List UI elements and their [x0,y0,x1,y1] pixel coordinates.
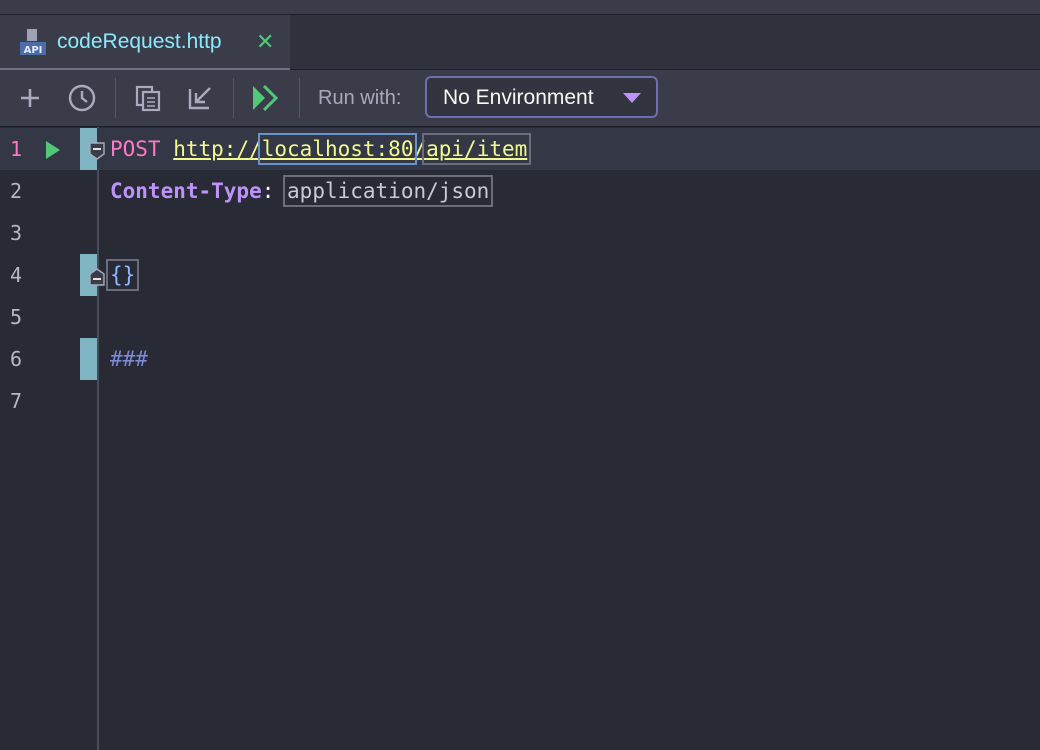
line-number: 6 [10,347,23,371]
http-file-icon: API [20,29,46,56]
environment-dropdown[interactable]: No Environment [425,76,658,118]
file-tab[interactable]: API codeRequest.http ✕ [0,15,290,71]
history-button[interactable] [66,82,98,114]
editor-tab-bar: API codeRequest.http ✕ [0,15,1040,71]
editor-line-3: 3 [0,212,1040,254]
header-line: Content-Type: application/json [110,175,494,207]
url-separator[interactable]: / [413,137,426,161]
line-number: 4 [10,263,23,287]
close-tab-icon[interactable]: ✕ [256,30,274,54]
header-colon: : [261,179,275,203]
run-request-icon[interactable] [46,141,60,159]
tab-title: codeRequest.http [57,30,222,53]
copy-request-button[interactable] [132,82,164,114]
line-number: 7 [10,389,23,413]
plus-icon [21,89,39,107]
editor-line-2: 2 Content-Type: application/json [0,170,1040,212]
chevron-down-icon [623,93,641,103]
fold-icon[interactable] [89,142,105,160]
url-host[interactable]: localhost:80 [257,133,418,165]
editor-line-5: 5 [0,296,1040,338]
run-with-label: Run with: [318,87,402,109]
clock-icon [68,84,96,112]
toolbar-separator [299,78,300,118]
editor-line-7: 7 [0,380,1040,422]
run-all-icon [253,84,279,112]
url-path[interactable]: api/item [422,133,532,165]
separator-line: ### [110,346,148,372]
copy-icon [135,85,161,112]
svg-text:API: API [24,45,43,56]
body-line: {} [105,259,140,291]
json-body: {} [105,259,140,291]
run-all-button[interactable] [250,82,282,114]
editor-line-4: 4 {} [0,254,1040,296]
toolbar-separator [115,78,116,118]
environment-value: No Environment [443,86,594,109]
line-number: 1 [10,137,23,161]
editor-line-1: 1 POST http://localhost:80/api/item [0,128,1040,170]
line-number: 5 [10,305,23,329]
http-method: POST [110,137,161,161]
title-strip [0,0,1040,15]
editor-line-6: 6 ### [0,338,1040,380]
url-scheme[interactable]: http:// [173,137,262,161]
line-number: 3 [10,221,23,245]
change-marker [80,338,97,380]
fold-end-icon[interactable] [89,268,105,286]
toolbar-separator [233,78,234,118]
line-number: 2 [10,179,23,203]
import-button[interactable] [184,82,216,114]
code-editor[interactable]: 1 POST http://localhost:80/api/item 2 Co… [0,127,1040,750]
header-value: application/json [283,175,494,207]
import-arrow-icon [188,87,211,110]
header-name: Content-Type [110,179,262,203]
request-line: POST http://localhost:80/api/item [110,133,532,165]
http-toolbar: Run with: No Environment [0,70,1040,127]
add-request-button[interactable] [14,82,46,114]
request-separator: ### [110,347,148,371]
